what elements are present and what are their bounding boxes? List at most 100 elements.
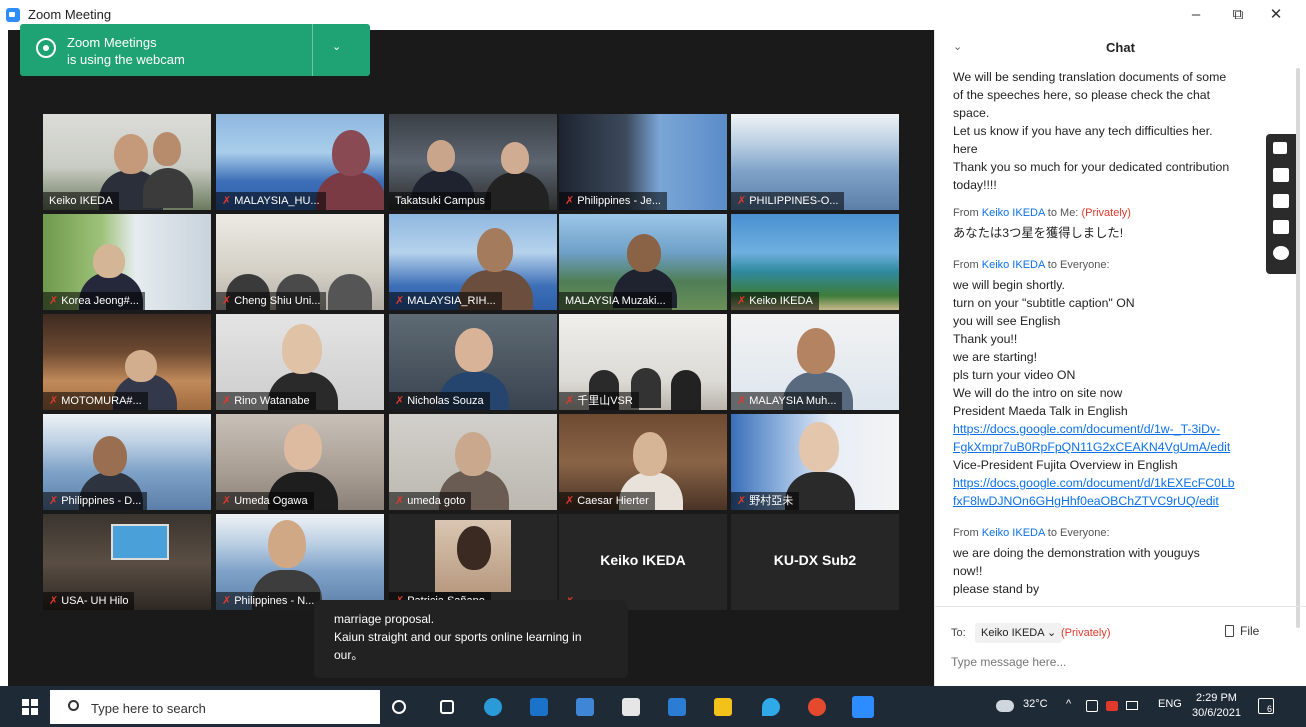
camera-icon[interactable] xyxy=(1273,168,1289,182)
participant-name: ✗ Rino Watanabe xyxy=(216,392,316,410)
participant-name: ✗ MALAYSIA_HU... xyxy=(216,192,326,210)
weather-icon[interactable] xyxy=(996,700,1014,712)
participant-tile[interactable]: Keiko IKEDA xyxy=(43,114,211,210)
sender-name[interactable]: Keiko IKEDA xyxy=(982,207,1045,219)
participant-name-large: Keiko IKEDA xyxy=(600,552,686,568)
sender-name[interactable]: Keiko IKEDA xyxy=(982,527,1045,539)
language-indicator[interactable]: ENG xyxy=(1158,698,1182,710)
chat-text: pls turn your video ON xyxy=(953,368,1076,382)
participant-tile[interactable]: ✗ Umeda Ogawa xyxy=(216,414,384,510)
participant-tile[interactable]: ✗ Caesar Hierter xyxy=(559,414,727,510)
chat-sender-line: From Keiko IKEDA to Me: (Privately) xyxy=(953,207,1131,219)
file-explorer-icon[interactable] xyxy=(714,698,732,716)
windows-start-icon[interactable] xyxy=(22,699,38,715)
participant-tile[interactable]: ✗ 千里山VSR xyxy=(559,314,727,410)
app-drop-icon[interactable] xyxy=(762,698,780,716)
app-icon[interactable] xyxy=(668,698,686,716)
task-view-icon[interactable] xyxy=(440,700,454,714)
taskbar-clock[interactable]: 2:29 PM 30/6/2021 xyxy=(1192,691,1241,721)
participant-tile[interactable]: ✗ umeda goto xyxy=(389,414,557,510)
participant-tile[interactable]: ✗ Keiko IKEDA xyxy=(731,214,899,310)
chevron-down-icon[interactable]: ⌄ xyxy=(332,40,341,53)
participant-tile[interactable]: ✗ Cheng Shiu Uni... xyxy=(216,214,384,310)
photos-icon[interactable] xyxy=(576,698,594,716)
network-icon[interactable] xyxy=(1086,700,1098,712)
zoom-logo-icon xyxy=(6,8,20,22)
restore-button[interactable]: ⧉ xyxy=(1218,2,1258,28)
search-placeholder: Type here to search xyxy=(91,701,206,716)
chat-link[interactable]: FgkXmpr7uB0RpFpQN11G2xCEAKN4VgUmA/edit xyxy=(953,438,1265,456)
participant-tile-active-speaker[interactable]: MALAYSIA Muzaki... xyxy=(559,214,727,310)
tray-chevron-up-icon[interactable]: ^ xyxy=(1066,698,1071,710)
chat-text: we are doing the demonstration with youg… xyxy=(953,546,1200,560)
participant-name: ✗ 千里山VSR xyxy=(559,392,639,410)
recipient-select[interactable]: Keiko IKEDA ⌄ xyxy=(975,623,1063,643)
chat-scrollbar[interactable] xyxy=(1296,68,1300,628)
chrome-icon[interactable] xyxy=(808,698,826,716)
muted-mic-icon: ✗ xyxy=(222,495,232,507)
video-icon[interactable] xyxy=(1273,194,1289,208)
close-button[interactable]: ✕ xyxy=(1256,2,1296,28)
chat-message-input[interactable] xyxy=(951,651,1251,673)
participant-tile[interactable]: ✗ PHILIPPINES-O... xyxy=(731,114,899,210)
muted-mic-icon: ✗ xyxy=(395,295,405,307)
chat-text: Thank you so much for your dedicated con… xyxy=(953,160,1230,174)
webcam-notification[interactable]: Zoom Meetings is using the webcam ⌄ xyxy=(20,24,370,76)
participant-tile[interactable]: ✗ 野村亞未 xyxy=(731,414,899,510)
notification-icon[interactable]: 6 xyxy=(1258,698,1274,714)
participant-tile[interactable]: Takatsuki Campus xyxy=(389,114,557,210)
sender-name[interactable]: Keiko IKEDA xyxy=(982,259,1045,271)
muted-mic-icon: ✗ xyxy=(737,395,747,407)
participant-name: ✗ 野村亞未 xyxy=(731,492,800,510)
muted-mic-icon: ✗ xyxy=(49,595,59,607)
video-gallery: Zoom Meetings is using the webcam ⌄ Keik… xyxy=(8,24,934,686)
tray-app-icon[interactable] xyxy=(1106,701,1118,711)
add-icon[interactable] xyxy=(1273,142,1287,154)
participant-tile[interactable]: ✗ Philippines - D... xyxy=(43,414,211,510)
chat-sender-line: From Keiko IKEDA to Everyone: xyxy=(953,527,1110,539)
participant-name: ✗ PHILIPPINES-O... xyxy=(731,192,845,210)
chevron-down-icon[interactable]: ⌄ xyxy=(953,40,962,53)
participant-tile[interactable]: ✗ MALAYSIA Muh... xyxy=(731,314,899,410)
muted-mic-icon: ✗ xyxy=(49,495,59,507)
chat-link[interactable]: https://docs.google.com/document/d/1w-_T… xyxy=(953,420,1265,438)
participant-tile[interactable]: ✗ Rino Watanabe xyxy=(216,314,384,410)
participant-tile-no-video[interactable]: Keiko IKEDA ✗ xyxy=(559,514,727,610)
window-title: Zoom Meeting xyxy=(28,7,112,22)
chat-text: now!! xyxy=(953,564,983,578)
participant-tile[interactable]: ✗ USA- UH Hilo xyxy=(43,514,211,610)
weather-temp[interactable]: 32°C xyxy=(1023,698,1048,710)
participant-name: ✗ Cheng Shiu Uni... xyxy=(216,292,327,310)
chat-link[interactable]: https://docs.google.com/document/d/1kEXE… xyxy=(953,474,1265,492)
muted-mic-icon: ✗ xyxy=(737,195,747,207)
gear-icon[interactable] xyxy=(1273,246,1289,260)
participant-tile[interactable]: ✗ Korea Jeong#... xyxy=(43,214,211,310)
participant-tile[interactable]: ✗ Philippines - Je... xyxy=(559,114,727,210)
taskbar-search[interactable]: Type here to search xyxy=(50,690,380,724)
participant-tile[interactable]: ✗Patricia Sañano xyxy=(389,514,557,610)
store-icon[interactable] xyxy=(622,698,640,716)
edge-icon[interactable] xyxy=(484,698,502,716)
chat-text: President Maeda Talk in English xyxy=(953,404,1128,418)
minimize-button[interactable]: – xyxy=(1176,2,1216,28)
battery-icon[interactable] xyxy=(1126,701,1138,710)
participant-tile[interactable]: ✗ Philippines - N... xyxy=(216,514,384,610)
gallery-icon[interactable] xyxy=(1273,220,1289,234)
chat-text: Thank you!! xyxy=(953,332,1018,346)
participant-name: ✗ MOTOMURA#... xyxy=(43,392,148,410)
participant-tile[interactable]: ✗ MOTOMURA#... xyxy=(43,314,211,410)
participant-name: ✗ MALAYSIA Muh... xyxy=(731,392,843,410)
zoom-taskbar-icon[interactable] xyxy=(852,696,874,718)
participant-tile-no-video[interactable]: KU-DX Sub2 xyxy=(731,514,899,610)
participant-tile[interactable]: ✗ MALAYSIA_HU... xyxy=(216,114,384,210)
chat-link[interactable]: fxF8lwDJNOn6GHgHhf0eaOBChZTVC9rUQ/edit xyxy=(953,492,1265,510)
subtitle-caption: marriage proposal. Kaiun straight and ou… xyxy=(314,600,628,678)
participant-tile[interactable]: ✗ MALAYSIA_RIH... xyxy=(389,214,557,310)
file-button[interactable]: File xyxy=(1225,624,1259,638)
mail-icon[interactable] xyxy=(530,698,548,716)
caption-line: marriage proposal. xyxy=(334,612,435,626)
participant-tile[interactable]: ✗ Nicholas Souza xyxy=(389,314,557,410)
zoom-app: Zoom Meeting – ⧉ ✕ Zoom Meetings is usin… xyxy=(0,0,1306,727)
cortana-icon[interactable] xyxy=(392,700,406,714)
chat-text: Vice-President Fujita Overview in Englis… xyxy=(953,458,1178,472)
